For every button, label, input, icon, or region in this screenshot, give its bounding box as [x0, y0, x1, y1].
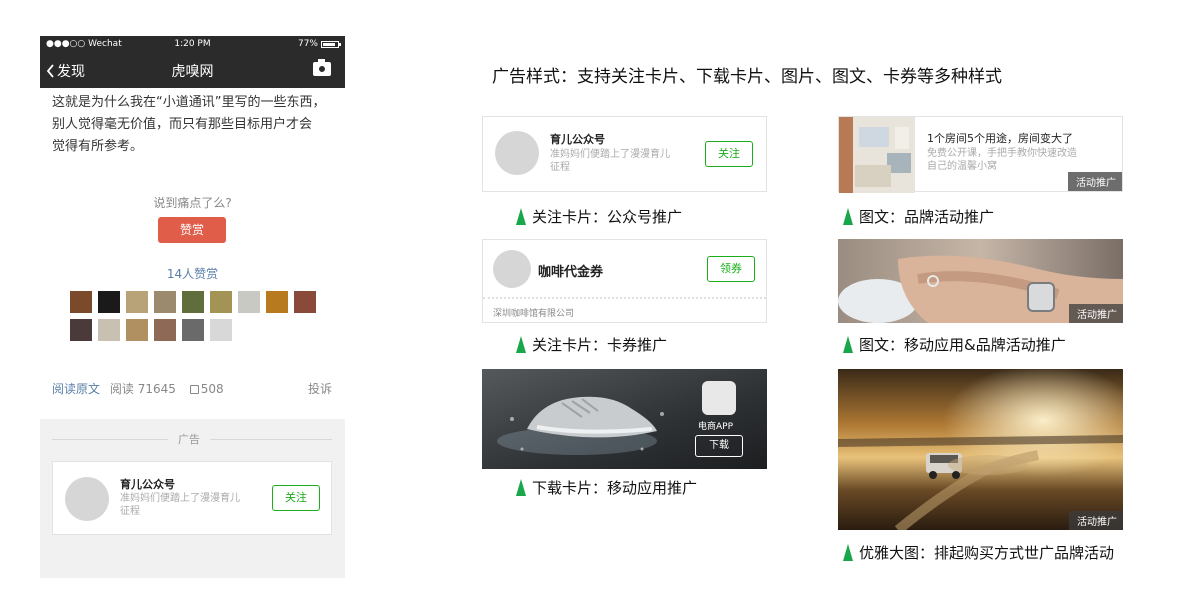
desc-line: 准妈妈们便踏上了漫漫育儿 [550, 149, 670, 160]
avatar[interactable] [126, 291, 148, 313]
avatar[interactable] [182, 319, 204, 341]
avatar[interactable] [294, 291, 316, 313]
photo-card-sample[interactable]: 活动推广 [838, 239, 1123, 323]
avatar[interactable] [70, 319, 92, 341]
green-triangle-icon [843, 544, 853, 561]
phone-mockup: ●●●○○ Wechat 1:20 PM 77% 发现 虎嗅网 这就是为什么我在… [40, 36, 345, 578]
ad-section: 广告 育儿公众号 准妈妈们便踏上了漫漫育儿 征程 关注 [40, 419, 345, 578]
reward-button[interactable]: 赞赏 [158, 217, 226, 243]
battery-percent: 77% [297, 39, 318, 49]
caption-text: 关注卡片：卡券推广 [532, 336, 668, 354]
avatar[interactable] [238, 291, 260, 313]
green-triangle-icon [516, 336, 526, 353]
merchant-avatar [493, 250, 531, 288]
thumbs-up-icon [189, 385, 199, 394]
image-text-card-sample[interactable]: 1个房间5个用途，房间变大了 免费公开课，手把手教你快速改造 自己的温馨小窝 活… [838, 116, 1123, 193]
caption-text: 图文：移动应用&品牌活动推广 [859, 336, 1066, 354]
coupon-card-sample[interactable]: 咖啡代金券 领券 深圳咖啡馆有限公司 [482, 239, 767, 323]
desert-car-photo [838, 369, 1123, 530]
status-bar: ●●●○○ Wechat 1:20 PM 77% [40, 36, 345, 52]
follow-button[interactable]: 关注 [272, 485, 320, 511]
article-line: 别人觉得毫无价值，而只有那些目标用户才会 [52, 117, 313, 132]
coupon-card-caption: 关注卡片：卡券推广 [516, 334, 667, 355]
caption-text: 下载卡片：移动应用推广 [532, 479, 698, 497]
reward-question: 说到痛点了么? [153, 196, 232, 210]
merchant-name: 深圳咖啡馆有限公司 [493, 309, 575, 319]
room-photo [839, 117, 915, 193]
battery-icon [321, 40, 341, 48]
like-button[interactable]: 508 [189, 382, 224, 396]
reads-label: 阅读 [109, 382, 134, 396]
ad-label: 广告 [168, 431, 210, 447]
nav-title: 虎嗅网 [171, 64, 214, 80]
green-triangle-icon [843, 208, 853, 225]
avatar[interactable] [126, 319, 148, 341]
complain-link[interactable]: 投诉 [308, 380, 332, 397]
coupon-perforation [483, 297, 766, 299]
green-triangle-icon [843, 336, 853, 353]
nav-bar: 发现 虎嗅网 [40, 52, 345, 88]
download-card-caption: 下载卡片：移动应用推广 [516, 477, 697, 498]
avatar[interactable] [154, 291, 176, 313]
caption-text: 图文：品牌活动推广 [859, 208, 995, 226]
avatar[interactable] [70, 291, 92, 313]
claim-coupon-button[interactable]: 领券 [707, 256, 755, 282]
desc-line: 征程 [550, 162, 570, 173]
ad-desc-line: 准妈妈们便踏上了漫漫育儿 [120, 493, 240, 504]
page-headline: 广告样式：支持关注卡片、下载卡片、图片、图文、卡券等多种样式 [492, 67, 1002, 87]
follow-card-caption: 关注卡片：公众号推广 [516, 206, 682, 227]
download-card-sample[interactable]: 电商APP 下载 [482, 369, 767, 469]
camera-icon[interactable] [313, 59, 331, 76]
account-description: 准妈妈们便踏上了漫漫育儿 征程 [550, 148, 670, 174]
avatar[interactable] [210, 291, 232, 313]
likes-count: 508 [200, 382, 224, 396]
avatar[interactable] [98, 291, 120, 313]
desc-line: 自己的温馨小窝 [927, 161, 997, 172]
ad-account-name: 育儿公众号 [120, 478, 175, 491]
promo-tag: 活动推广 [1068, 172, 1122, 191]
ad-follow-card[interactable]: 育儿公众号 准妈妈们便踏上了漫漫育儿 征程 关注 [52, 461, 332, 535]
reads-count: 71645 [137, 382, 176, 396]
article-line: 这就是为什么我在“小道通讯”里写的一些东西， [52, 95, 326, 110]
follow-card-sample[interactable]: 育儿公众号 准妈妈们便踏上了漫漫育儿 征程 关注 [482, 116, 767, 192]
ad-description: 准妈妈们便踏上了漫漫育儿 征程 [120, 492, 240, 518]
ad-desc-line: 征程 [120, 506, 140, 517]
caption-text: 关注卡片：公众号推广 [532, 208, 683, 226]
avatar[interactable] [182, 291, 204, 313]
article-text: 这就是为什么我在“小道通讯”里写的一些东西， 别人觉得毫无价值，而只有那些目标用… [52, 92, 337, 158]
reward-count: 14人赞赏 [166, 267, 219, 281]
article-line: 觉得有所参考。 [52, 139, 144, 154]
desc-line: 免费公开课，手把手教你快速改造 [927, 148, 1077, 159]
follow-button[interactable]: 关注 [705, 141, 753, 167]
account-name: 育儿公众号 [550, 133, 605, 146]
caption-text: 优雅大图：排起购买方式世广品牌活动 [859, 544, 1115, 562]
photo-card-caption: 图文：移动应用&品牌活动推广 [843, 334, 1066, 355]
avatar[interactable] [154, 319, 176, 341]
app-icon [702, 381, 736, 415]
promo-tag: 活动推广 [1069, 304, 1123, 323]
avatar[interactable] [266, 291, 288, 313]
large-image-sample[interactable]: 活动推广 [838, 369, 1123, 530]
app-label: 电商APP [698, 422, 734, 432]
battery-status: 77% [297, 39, 341, 49]
green-triangle-icon [516, 479, 526, 496]
article-description: 免费公开课，手把手教你快速改造 自己的温馨小窝 [927, 147, 1077, 173]
green-triangle-icon [516, 208, 526, 225]
large-image-caption: 优雅大图：排起购买方式世广品牌活动 [843, 542, 1114, 563]
read-original-link[interactable]: 阅读原文 [52, 382, 100, 396]
article-meta: 阅读原文 阅读 71645 508 投诉 [52, 380, 332, 396]
image-text-card-caption: 图文：品牌活动推广 [843, 206, 994, 227]
coupon-name: 咖啡代金券 [538, 265, 604, 280]
ad-avatar [65, 477, 109, 521]
account-avatar [495, 131, 539, 175]
promo-tag: 活动推广 [1069, 511, 1123, 530]
download-button[interactable]: 下载 [695, 435, 743, 457]
avatar[interactable] [210, 319, 232, 341]
avatar[interactable] [98, 319, 120, 341]
article-title: 1个房间5个用途，房间变大了 [927, 132, 1073, 145]
